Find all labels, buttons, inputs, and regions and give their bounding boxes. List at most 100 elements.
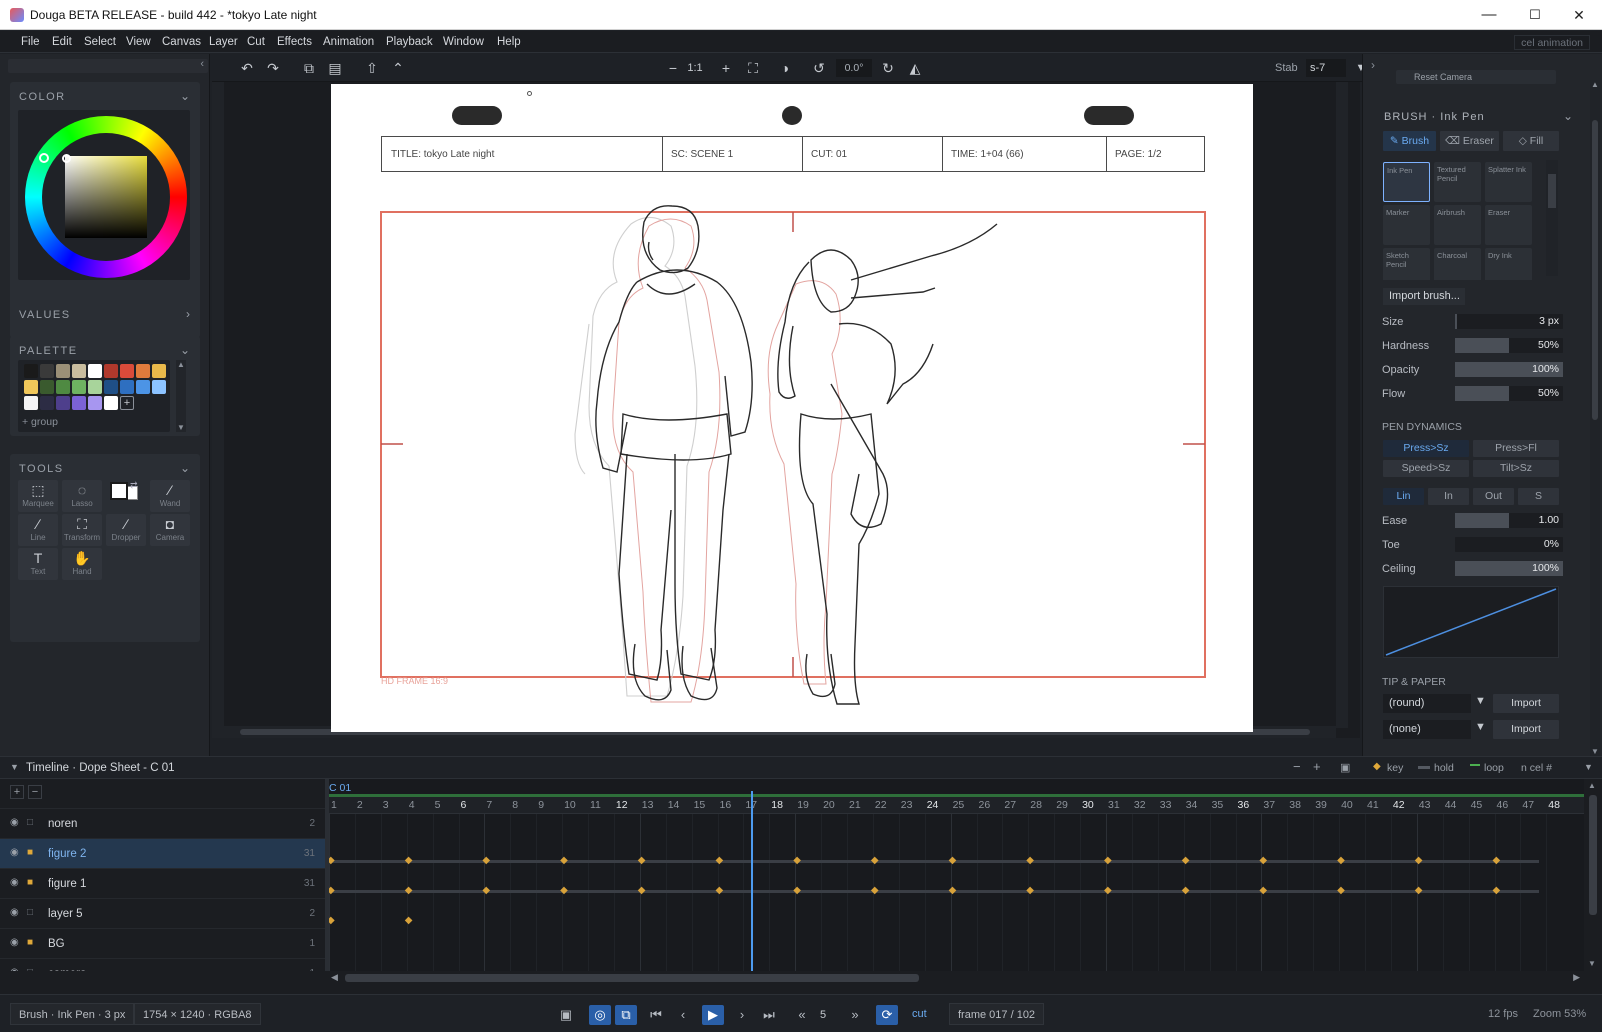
mirror-icon[interactable]: ◭	[904, 58, 926, 78]
layer-row[interactable]: ◉ □ layer 5 2	[0, 899, 325, 929]
size-slider[interactable]: 3 px	[1455, 314, 1563, 329]
key-cel[interactable]: ◆	[793, 885, 801, 896]
menu-file[interactable]: File	[21, 36, 40, 48]
loop-toggle-icon[interactable]: ⟳	[876, 1005, 898, 1025]
key-cel[interactable]: ◆	[1493, 855, 1501, 866]
onion-skin-toggle-icon[interactable]: ◎	[589, 1005, 611, 1025]
menu-animation[interactable]: Animation	[323, 36, 374, 48]
frame-number[interactable]: 9	[538, 799, 544, 811]
frame-number[interactable]: 29	[1056, 799, 1068, 811]
frame-number[interactable]: 45	[1471, 799, 1483, 811]
menu-select[interactable]: Select	[84, 36, 116, 48]
frame-number[interactable]: 37	[1263, 799, 1275, 811]
frame-number[interactable]: 26	[979, 799, 991, 811]
last-frame-icon[interactable]: ⏭	[758, 1005, 780, 1025]
timeline-hscroll[interactable]: ◀ ▶	[329, 971, 1584, 985]
palette-swatch[interactable]	[72, 364, 86, 378]
key-cel[interactable]: ◆	[1104, 855, 1112, 866]
tool-transform[interactable]: ⛶ Transform	[62, 514, 102, 546]
paper-select[interactable]: (none)	[1383, 720, 1471, 739]
frame-number[interactable]: 23	[901, 799, 913, 811]
scroll-down-icon[interactable]: ▼	[177, 423, 185, 432]
timeline-zoom-out-icon[interactable]: −	[1293, 759, 1301, 774]
brush-charcoal[interactable]: Charcoal	[1434, 248, 1481, 280]
key-cel[interactable]: ◆	[1337, 855, 1345, 866]
frame-number[interactable]: 43	[1419, 799, 1431, 811]
palette-swatch[interactable]	[152, 364, 166, 378]
close-button[interactable]: ✕	[1556, 0, 1602, 30]
collapse-timeline-icon[interactable]: ▼	[10, 762, 19, 772]
tool-text[interactable]: T Text	[18, 548, 58, 580]
brush-dry-ink[interactable]: Dry Ink	[1485, 248, 1532, 280]
opacity-slider[interactable]: 100%	[1455, 362, 1563, 377]
key-cel[interactable]: ◆	[560, 855, 568, 866]
scroll-down-icon[interactable]: ▼	[1588, 959, 1596, 968]
frame-number[interactable]: 18	[771, 799, 783, 811]
key-cel[interactable]: ◆	[1493, 885, 1501, 896]
key-cel[interactable]: ◆	[716, 885, 724, 896]
add-swatch-button[interactable]: +	[120, 396, 134, 410]
flow-slider[interactable]: 50%	[1455, 386, 1563, 401]
key-cel[interactable]: ◆	[949, 885, 957, 896]
key-cel[interactable]: ◆	[1104, 885, 1112, 896]
key-cel[interactable]: ◆	[1337, 885, 1345, 896]
brush-scroll-thumb[interactable]	[1548, 174, 1556, 208]
frame-number[interactable]: 44	[1445, 799, 1457, 811]
dyn-tilt-size[interactable]: Tilt>Sz	[1473, 460, 1559, 477]
visibility-icon[interactable]: ◉	[10, 967, 19, 971]
import-brush-button[interactable]: Import brush...	[1383, 288, 1465, 305]
frame-number[interactable]: 19	[797, 799, 809, 811]
hardness-slider[interactable]: 50%	[1455, 338, 1563, 353]
tool-marquee[interactable]: ⬚ Marquee	[18, 480, 58, 512]
step-forward-icon[interactable]: »	[844, 1005, 866, 1025]
step-back-icon[interactable]: «	[791, 1005, 813, 1025]
palette-swatch[interactable]	[56, 364, 70, 378]
add-layer-button[interactable]: +	[10, 785, 24, 799]
frame-number[interactable]: 39	[1315, 799, 1327, 811]
frame-number[interactable]: 30	[1082, 799, 1094, 811]
palette-add-group[interactable]: + group	[22, 416, 58, 428]
palette-swatch[interactable]	[24, 380, 38, 394]
loop-range-bar[interactable]	[329, 794, 1584, 797]
visibility-icon[interactable]: ◉	[10, 907, 19, 918]
play-icon[interactable]: ▶	[702, 1005, 724, 1025]
lock-icon[interactable]: ■	[27, 847, 33, 858]
key-cel[interactable]: ◆	[793, 855, 801, 866]
key-cel[interactable]: ◆	[405, 915, 413, 926]
frame-number[interactable]: 47	[1522, 799, 1534, 811]
saturation-value-square[interactable]	[65, 156, 147, 238]
tool-lasso[interactable]: ◌ Lasso	[62, 480, 102, 512]
light-table-toggle-icon[interactable]: ⧉	[615, 1005, 637, 1025]
layer-row[interactable]: ◉ □ camera 1	[0, 959, 325, 971]
layer-row[interactable]: ◉ ■ BG 1	[0, 929, 325, 959]
brush-eraser[interactable]: Eraser	[1485, 205, 1532, 245]
frame-number[interactable]: 35	[1212, 799, 1224, 811]
frame-number[interactable]: 10	[564, 799, 576, 811]
brush-splatter-ink[interactable]: Splatter Ink	[1485, 162, 1532, 202]
frame-number[interactable]: 31	[1108, 799, 1120, 811]
palette-swatch[interactable]	[136, 380, 150, 394]
cut-mode-label[interactable]: cut	[912, 1008, 927, 1020]
visibility-icon[interactable]: ◉	[10, 937, 19, 948]
camera-reset-strip[interactable]: Reset Camera	[1396, 70, 1556, 84]
scroll-up-icon[interactable]: ▲	[177, 360, 185, 369]
layer-row[interactable]: ◉ ■ figure 1 31	[0, 869, 325, 899]
menu-cut[interactable]: Cut	[247, 36, 265, 48]
frame-number[interactable]: 14	[668, 799, 680, 811]
frame-number[interactable]: 36	[1238, 799, 1250, 811]
chevron-down-icon[interactable]: ⌄	[180, 461, 190, 475]
paste-icon[interactable]: ▤	[324, 58, 346, 78]
rotate-right-icon[interactable]: ↻	[877, 58, 899, 78]
frame-number[interactable]: 25	[953, 799, 965, 811]
frame-number[interactable]: 15	[694, 799, 706, 811]
palette-swatch[interactable]	[120, 364, 134, 378]
frame-number[interactable]: 13	[642, 799, 654, 811]
menu-canvas[interactable]: Canvas	[162, 36, 201, 48]
zoom-reset-button[interactable]: 1:1	[684, 58, 706, 78]
lock-icon[interactable]: ■	[27, 937, 33, 948]
brush-textured-pencil[interactable]: Textured Pencil	[1434, 162, 1481, 202]
frame-number[interactable]: 11	[590, 799, 601, 811]
playhead[interactable]	[751, 791, 754, 971]
step-field[interactable]: 5	[812, 1005, 834, 1025]
dyn-press-flow[interactable]: Press>Fl	[1473, 440, 1559, 457]
